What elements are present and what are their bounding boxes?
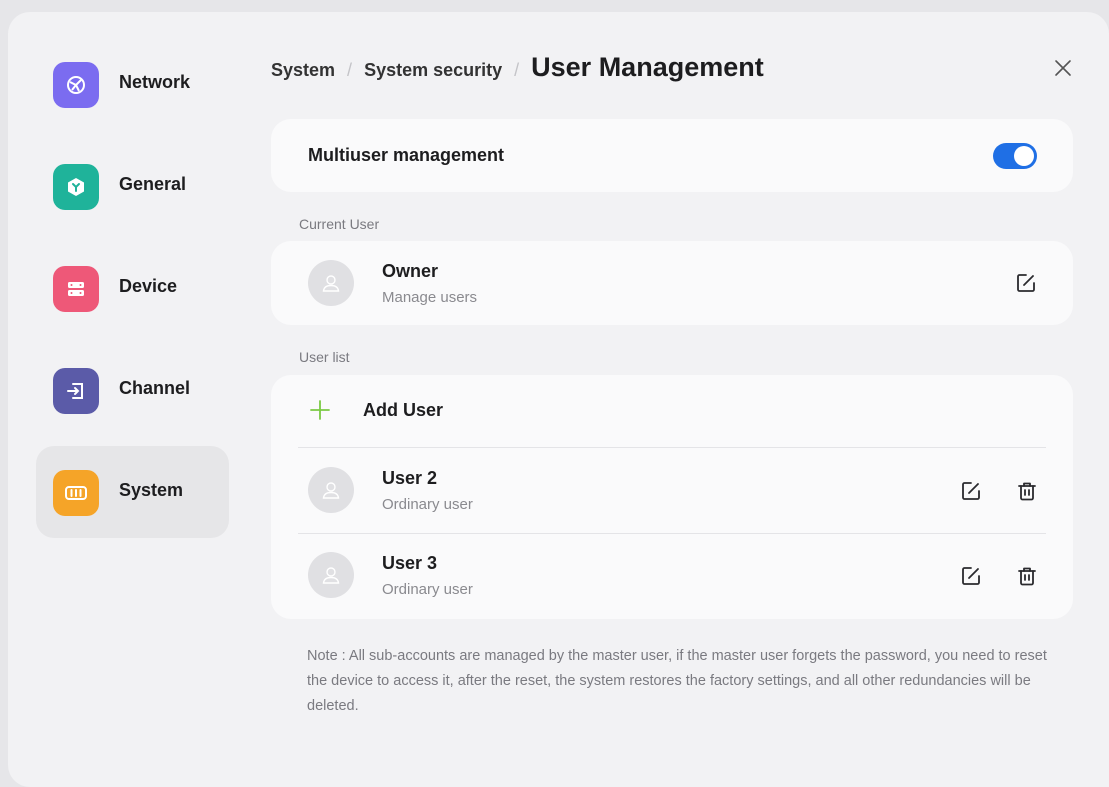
edit-owner-button[interactable] — [1014, 271, 1038, 295]
sidebar-item-label: Channel — [119, 378, 191, 398]
edit-icon — [1017, 274, 1035, 292]
user-role: Ordinary user — [382, 581, 473, 598]
plus-icon — [310, 400, 330, 420]
user-list-card: Add User User 2 Ordinary user User 3 Ord… — [271, 375, 1073, 619]
sidebar: Network General Device Channel System — [8, 12, 248, 787]
sidebar-item-system[interactable]: System — [36, 446, 229, 538]
user-name: User 2 — [382, 468, 438, 488]
multiuser-card: Multiuser management — [271, 119, 1073, 192]
user-icon — [322, 482, 340, 499]
edit-icon — [962, 482, 980, 500]
delete-user-button[interactable] — [1015, 479, 1039, 503]
multiuser-label: Multiuser management — [308, 145, 505, 165]
edit-user-button[interactable] — [959, 564, 983, 588]
sidebar-item-channel[interactable]: Channel — [36, 344, 229, 436]
note-text: Note : All sub-accounts are managed by t… — [307, 648, 1047, 714]
breadcrumb: System / System security / User Manageme… — [271, 52, 764, 83]
network-icon — [53, 62, 99, 108]
avatar — [308, 552, 354, 598]
system-icon — [53, 470, 99, 516]
divider — [298, 533, 1046, 534]
breadcrumb-separator: / — [514, 60, 520, 80]
page-title: User Management — [531, 52, 764, 82]
sidebar-item-general[interactable]: General — [36, 140, 229, 232]
sidebar-item-label: System — [119, 480, 184, 500]
edit-user-button[interactable] — [959, 479, 983, 503]
settings-window: Network General Device Channel System Sy… — [8, 12, 1109, 787]
divider — [298, 447, 1046, 448]
sidebar-item-label: Network — [119, 72, 191, 92]
breadcrumb-system-security[interactable]: System security — [364, 60, 502, 81]
user-list-heading: User list — [299, 349, 350, 365]
close-button[interactable] — [1051, 56, 1075, 80]
sidebar-item-network[interactable]: Network — [36, 38, 229, 130]
avatar — [308, 260, 354, 306]
current-user-card: Owner Manage users — [271, 241, 1073, 325]
add-user-label: Add User — [363, 400, 444, 420]
current-user-heading: Current User — [299, 216, 380, 232]
user-icon — [322, 567, 340, 584]
sidebar-item-device[interactable]: Device — [36, 242, 229, 334]
multiuser-toggle[interactable] — [993, 143, 1037, 169]
add-user-button[interactable]: Add User — [271, 375, 1073, 447]
user-name: Owner — [382, 261, 439, 281]
trash-icon — [1018, 482, 1036, 501]
avatar — [308, 467, 354, 513]
trash-icon — [1018, 567, 1036, 586]
user-role: Ordinary user — [382, 496, 473, 513]
general-icon — [53, 164, 99, 210]
breadcrumb-separator: / — [347, 60, 353, 80]
channel-icon — [53, 368, 99, 414]
user-role: Manage users — [382, 289, 478, 306]
edit-icon — [962, 567, 980, 585]
delete-user-button[interactable] — [1015, 564, 1039, 588]
device-icon — [53, 266, 99, 312]
sidebar-item-label: General — [119, 174, 187, 194]
user-icon — [322, 275, 340, 292]
user-name: User 3 — [382, 553, 438, 573]
sidebar-item-label: Device — [119, 276, 178, 296]
toggle-knob — [1014, 146, 1034, 166]
breadcrumb-system[interactable]: System — [271, 60, 335, 81]
close-icon — [1055, 60, 1071, 76]
